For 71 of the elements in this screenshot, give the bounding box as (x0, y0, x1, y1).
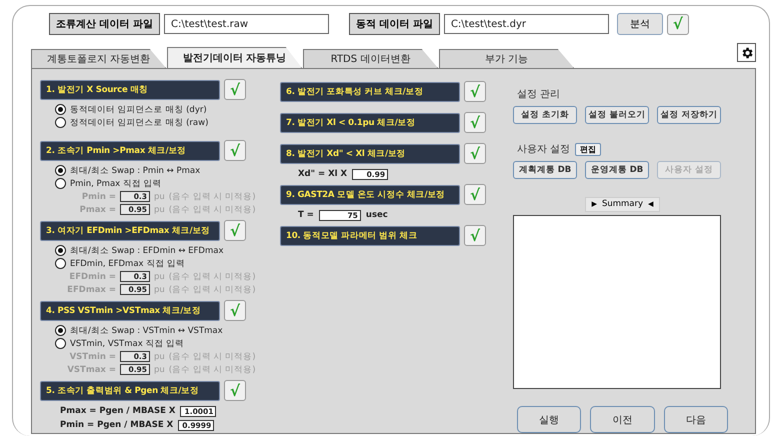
unit-label: pu (154, 352, 165, 362)
note-text: (음수 입력 시 미적용) (168, 190, 256, 202)
section-header: 6. 발전기 포화특성 커브 체크/보정 (280, 82, 460, 102)
radio-button[interactable] (55, 245, 66, 256)
formula-label: Xd" = Xl X (298, 169, 348, 179)
note-text: (음수 입력 시 미적용) (168, 364, 256, 376)
param-label: Pmax = (78, 204, 116, 214)
nav-button[interactable]: 다음 (664, 406, 728, 433)
param-label: VSTmin = (68, 352, 116, 362)
unit-label: pu (154, 364, 165, 374)
radio-button[interactable] (55, 338, 66, 349)
note-text: (음수 입력 시 미적용) (168, 284, 256, 296)
path-field[interactable]: C:\test\test.raw (164, 14, 329, 34)
unit-label: pu (154, 192, 165, 202)
section-header: 5. 조속기 출력범위 & Pgen 체크/보정 (40, 380, 220, 400)
edit-button[interactable]: 편집 (575, 142, 602, 156)
tab[interactable]: 부가 기능 (439, 49, 574, 68)
unit-label: pu (154, 284, 165, 294)
formula-label: T = (298, 210, 314, 220)
param-label: EFDmin = (68, 272, 116, 282)
section-title: 사용자 설정 (517, 143, 570, 156)
radio-label: 동적데이터 임피던스로 매칭 (dyr) (70, 104, 207, 116)
section-header: 1. 발전기 X Source 매칭 (40, 80, 220, 100)
radio-label: VSTmin, VSTmax 직접 입력 (70, 338, 184, 350)
radio-button[interactable] (55, 178, 66, 189)
tab[interactable]: 발전기데이터 자동튜닝 (167, 47, 302, 68)
radio-button[interactable] (55, 258, 66, 269)
file-label: 조류계산 데이터 파일 (49, 13, 160, 35)
section-header: 3. 여자기 EFDmin >EFDmax 체크/보정 (40, 220, 220, 240)
section-header: 10. 동적모델 파라메터 범위 체크 (280, 226, 460, 246)
radio-label: 최대/최소 Swap : EFDmin ↔ EFDmax (70, 244, 224, 256)
analyze-button[interactable]: 분석 (616, 13, 663, 35)
section-header: 9. GAST2A 모델 온도 시정수 체크/보정 (280, 184, 460, 204)
unit-label: pu (154, 272, 165, 282)
section-header: 8. 발전기 Xd" < Xl 체크/보정 (280, 144, 460, 164)
unit-label: pu (154, 204, 165, 214)
settings-icon[interactable] (737, 43, 756, 62)
radio-button[interactable] (55, 325, 66, 336)
radio-label: Pmin, Pmax 직접 입력 (70, 178, 162, 190)
radio-button[interactable] (55, 117, 66, 128)
param-label: EFDmax = (66, 284, 116, 294)
section-title: 설정 관리 (517, 88, 562, 101)
unit-label: usec (366, 210, 388, 220)
radio-button[interactable] (55, 165, 66, 176)
nav-button[interactable]: 이전 (590, 406, 655, 433)
radio-button[interactable] (55, 104, 66, 115)
settings-button[interactable]: 설정 불러오기 (585, 106, 649, 124)
note-text: (음수 입력 시 미적용) (168, 270, 256, 282)
note-text: (음수 입력 시 미적용) (168, 204, 256, 216)
formula-label: Pmax = Pgen / MBASE X (60, 406, 176, 416)
settings-button[interactable]: 설정 저장하기 (657, 106, 721, 124)
tab[interactable]: 계통토폴로지 자동변환 (31, 49, 166, 68)
database-button[interactable]: 운영계통 DB (585, 161, 649, 179)
section-header: 4. PSS VSTmin >VSTmax 체크/보정 (40, 300, 220, 320)
radio-label: 최대/최소 Swap : Pmin ↔ Pmax (70, 164, 200, 176)
param-label: Pmin = (80, 192, 116, 202)
section-header: 2. 조속기 Pmin >Pmax 체크/보정 (40, 140, 220, 160)
note-text: (음수 입력 시 미적용) (168, 350, 256, 362)
radio-label: EFDmin, EFDmax 직접 입력 (70, 258, 185, 270)
path-field[interactable]: C:\test\test.dyr (444, 14, 609, 34)
section-header: 7. 발전기 Xl < 0.1pu 체크/보정 (280, 112, 460, 132)
database-button[interactable]: 계획계통 DB (513, 161, 577, 179)
file-label: 동적 데이터 파일 (348, 13, 440, 35)
param-label: VSTmax = (66, 364, 116, 374)
formula-label: Pmin = Pgen / MBASE X (60, 420, 174, 430)
summary-box[interactable] (513, 214, 721, 389)
nav-button[interactable]: 실행 (517, 406, 582, 433)
tab[interactable]: RTDS 데이터변환 (303, 49, 438, 68)
radio-label: 정적데이터 임피던스로 매칭 (raw) (70, 116, 208, 128)
settings-button[interactable]: 설정 초기화 (513, 106, 577, 124)
radio-label: 최대/최소 Swap : VSTmin ↔ VSTmax (70, 324, 223, 336)
